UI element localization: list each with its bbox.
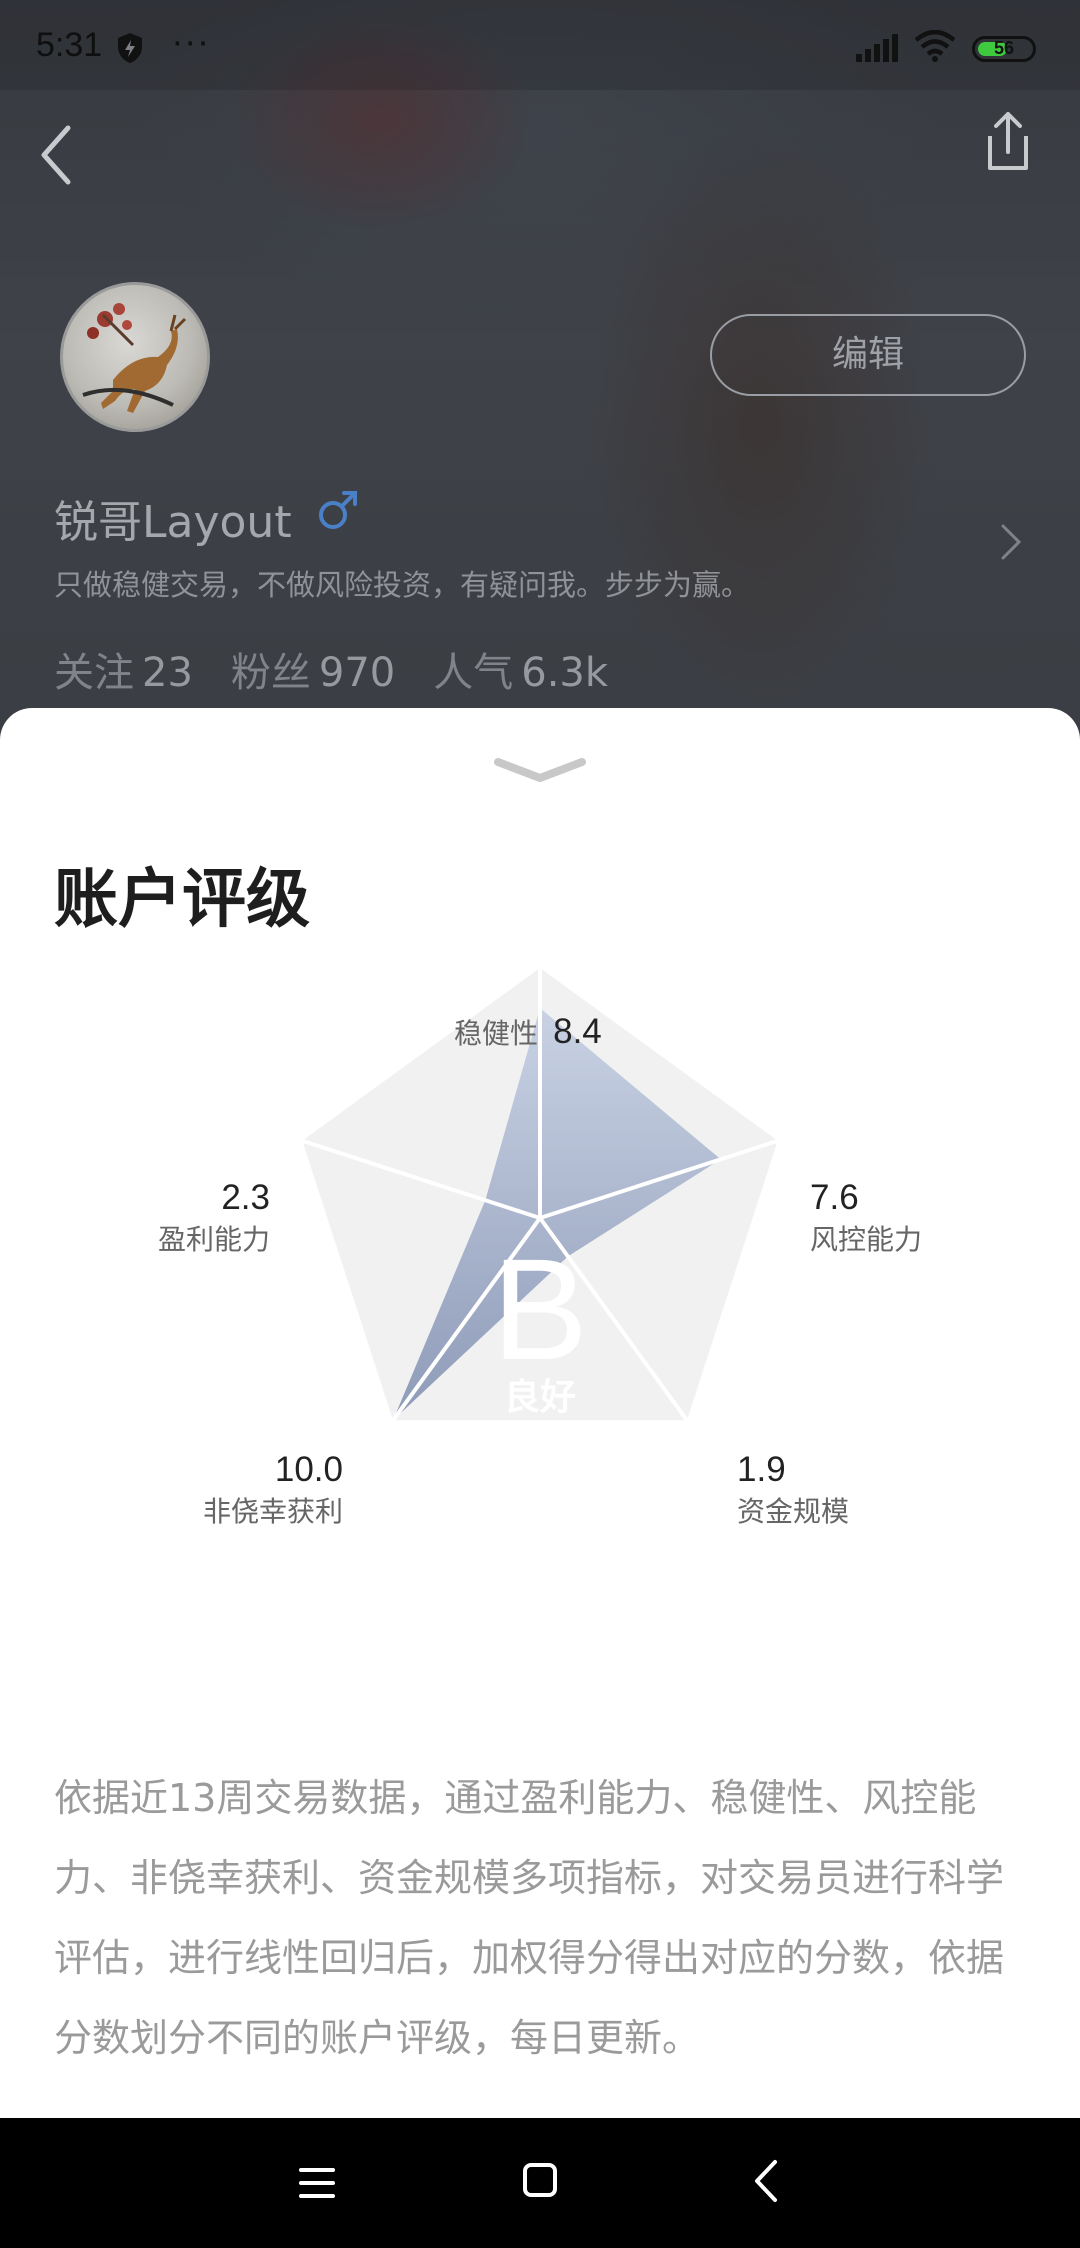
home-icon[interactable] [522, 2162, 558, 2198]
edit-profile-button[interactable]: 编辑 [710, 314, 1026, 396]
more-notifications-icon: ··· [172, 24, 211, 64]
username: 锐哥Layout [54, 497, 292, 548]
profile-stats: 关注 23 粉丝 970 人气 6.3k [54, 640, 646, 698]
metric-risk-control: 7.6 风控能力 [810, 1178, 923, 1256]
menu-icon[interactable] [298, 2164, 336, 2202]
wifi-icon [914, 30, 956, 62]
radar-chart-svg [301, 968, 779, 1422]
avatar[interactable] [60, 282, 210, 432]
shield-icon [118, 33, 142, 63]
battery-indicator: 56 [972, 36, 1036, 62]
male-icon [319, 491, 357, 529]
grade-text: 良好 [503, 1377, 576, 1418]
rating-description: 依据近13周交易数据，通过盈利能力、稳健性、风控能力、非侥幸获利、资金规模多项指… [54, 1776, 1005, 2060]
chevron-right-icon[interactable] [998, 522, 1024, 562]
status-time: 5:31 [36, 26, 103, 64]
back-button[interactable] [30, 120, 90, 190]
status-bar: 5:31 ··· 56 [0, 0, 1080, 90]
radar-chart: 稳健性 8.4 7.6 风控能力 1.9 资金规模 10.0 非侥幸获利 2.3… [0, 708, 1080, 1608]
profile-bio: 只做稳健交易，不做风险投资，有疑问我。步步为赢。 [54, 568, 751, 602]
stat-fans[interactable]: 粉丝 970 [231, 650, 433, 696]
deer-avatar-icon [82, 303, 187, 413]
share-button[interactable] [978, 108, 1038, 178]
metric-profitability: 2.3 盈利能力 [157, 1178, 270, 1256]
metric-stability: 稳健性 8.4 [454, 1012, 602, 1051]
grade-letter: B [491, 1229, 589, 1390]
back-icon[interactable] [752, 2158, 780, 2204]
metric-capital-scale: 1.9 资金规模 [737, 1450, 850, 1528]
stat-popularity: 人气 6.3k [433, 650, 609, 696]
battery-level: 56 [993, 38, 1015, 58]
stat-following[interactable]: 关注 23 [54, 650, 231, 696]
account-rating-sheet: 账户评级 稳健性 8.4 7.6 风控能力 1.9 资金规模 10.0 非侥幸获… [0, 708, 1080, 2118]
signal-icon [856, 34, 898, 62]
metric-non-luck-profit: 10.0 非侥幸获利 [202, 1450, 343, 1528]
system-nav-bar [0, 2118, 1080, 2248]
